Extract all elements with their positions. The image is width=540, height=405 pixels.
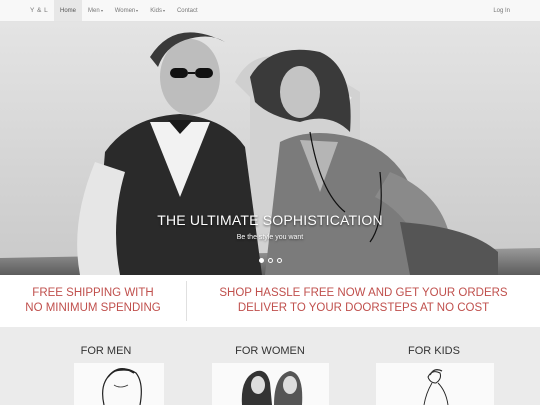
nav-item-kids[interactable]: Kids <box>144 0 171 21</box>
nav-item-label: Men <box>88 7 100 14</box>
kids-sketch-image <box>423 369 449 405</box>
category-kids[interactable]: FOR KIDS <box>374 327 494 357</box>
nav-item-women[interactable]: Women <box>109 0 145 21</box>
caret-down-icon <box>136 9 139 12</box>
category-men-image[interactable] <box>74 363 164 405</box>
doorstep-delivery-promo: SHOP HASSLE FREE NOW AND GET YOUR ORDERS… <box>187 286 540 316</box>
nav-item-home[interactable]: Home <box>54 0 83 21</box>
login-link[interactable]: Log In <box>493 8 510 14</box>
carousel-indicators <box>0 258 540 263</box>
brand-logo[interactable]: Y & L <box>30 7 54 14</box>
nav-item-label: Contact <box>176 7 198 14</box>
category-women-image[interactable] <box>212 363 329 405</box>
hero-carousel[interactable]: THE ULTIMATE SOPHISTICATION Be the style… <box>0 22 540 275</box>
women-sketch-image <box>241 370 303 405</box>
promo-text: SHOP HASSLE FREE NOW AND GET YOUR ORDERS <box>219 287 508 299</box>
category-title: FOR MEN <box>80 345 132 357</box>
carousel-indicator-dot[interactable] <box>258 258 264 263</box>
nav-item-label: Kids <box>150 7 162 14</box>
promo-text: NO MINIMUM SPENDING <box>25 302 161 314</box>
carousel-indicator-dot[interactable] <box>267 258 273 263</box>
category-title: FOR KIDS <box>408 345 460 357</box>
nav-item-label: Women <box>114 7 136 14</box>
nav-item-contact[interactable]: Contact <box>171 0 204 21</box>
free-shipping-promo: FREE SHIPPING WITH NO MINIMUM SPENDING <box>0 286 186 316</box>
hero-subtitle: Be the style you want <box>236 234 304 241</box>
hero-title: THE ULTIMATE SOPHISTICATION <box>157 212 383 228</box>
category-kids-image[interactable] <box>376 363 494 405</box>
promo-band: FREE SHIPPING WITH NO MINIMUM SPENDING S… <box>0 275 540 327</box>
caret-down-icon <box>100 9 103 12</box>
promo-text: DELIVER TO YOUR DOORSTEPS AT NO COST <box>237 302 490 314</box>
nav-menu: Home Men Women Kids Contact <box>54 0 204 21</box>
category-section: FOR MEN FOR WOMEN FOR KIDS <box>0 327 540 405</box>
men-sketch-image <box>102 368 142 405</box>
category-title: FOR WOMEN <box>235 345 305 357</box>
carousel-indicator-dot[interactable] <box>276 258 282 263</box>
nav-item-label: Home <box>60 7 77 14</box>
nav-item-men[interactable]: Men <box>82 0 109 21</box>
caret-down-icon <box>162 9 165 12</box>
category-women[interactable]: FOR WOMEN <box>210 327 330 357</box>
category-men[interactable]: FOR MEN <box>46 327 166 357</box>
top-navbar: Y & L Home Men Women Kids Contact Log In <box>0 0 540 22</box>
promo-text: FREE SHIPPING WITH <box>32 287 154 299</box>
